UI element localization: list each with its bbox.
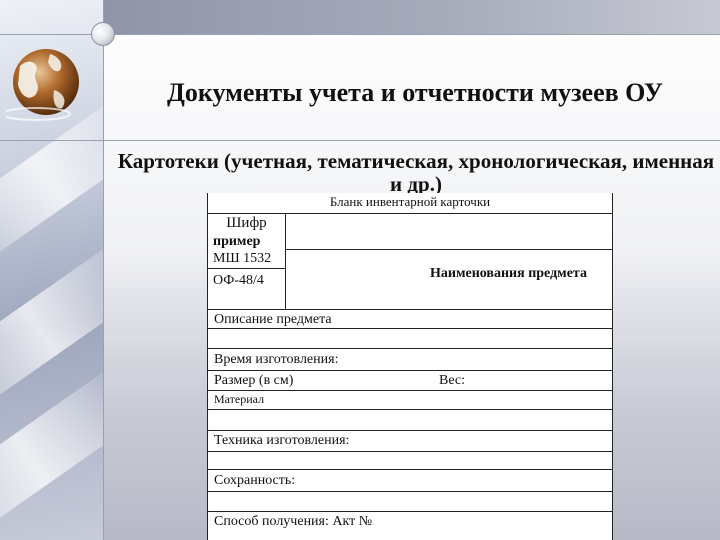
form-line [208, 511, 612, 512]
left-divider [103, 0, 104, 540]
time-field-label: Время изготовления: [214, 352, 339, 367]
form-line [208, 370, 612, 371]
slide-title: Документы учета и отчетности музеев ОУ [166, 78, 664, 107]
card-title: Бланк инвентарной карточки [329, 194, 491, 209]
acquisition-field-label: Способ получения: Акт № [214, 514, 373, 529]
material-field-label: Материал [214, 392, 265, 406]
form-line [208, 328, 612, 329]
top-band [103, 0, 720, 34]
item-name-label: Наименования предмета [430, 266, 587, 281]
globe-icon [1, 44, 82, 124]
form-line [208, 268, 285, 269]
cipher-box: Шифр пример МШ 1532 ОФ-48/4 [208, 213, 286, 309]
form-line [208, 390, 612, 391]
technique-field-label: Техника изготовления: [214, 433, 350, 448]
form-line [208, 309, 612, 310]
form-line [208, 409, 612, 410]
size-field-label: Размер (в см) [214, 373, 294, 388]
form-line [208, 469, 612, 470]
form-line [208, 491, 612, 492]
weight-field-label: Вес: [439, 373, 466, 388]
condition-field-label: Сохранность: [214, 473, 296, 488]
slide-subtitle: Картотеки (учетная, тематическая, хронол… [117, 149, 715, 196]
form-line [208, 451, 612, 452]
form-line [208, 348, 612, 349]
example-code: МШ 1532 [213, 251, 272, 266]
example-label: пример [213, 234, 261, 249]
fund-code: ОФ-48/4 [213, 273, 264, 288]
ornament-knob [91, 22, 115, 46]
cipher-label: Шифр [226, 215, 267, 231]
inventory-card-form: Бланк инвентарной карточки Шифр пример М… [207, 193, 613, 540]
description-field-label: Описание предмета [214, 312, 332, 327]
form-line [208, 430, 612, 431]
form-line [285, 249, 612, 250]
title-divider [0, 140, 720, 141]
